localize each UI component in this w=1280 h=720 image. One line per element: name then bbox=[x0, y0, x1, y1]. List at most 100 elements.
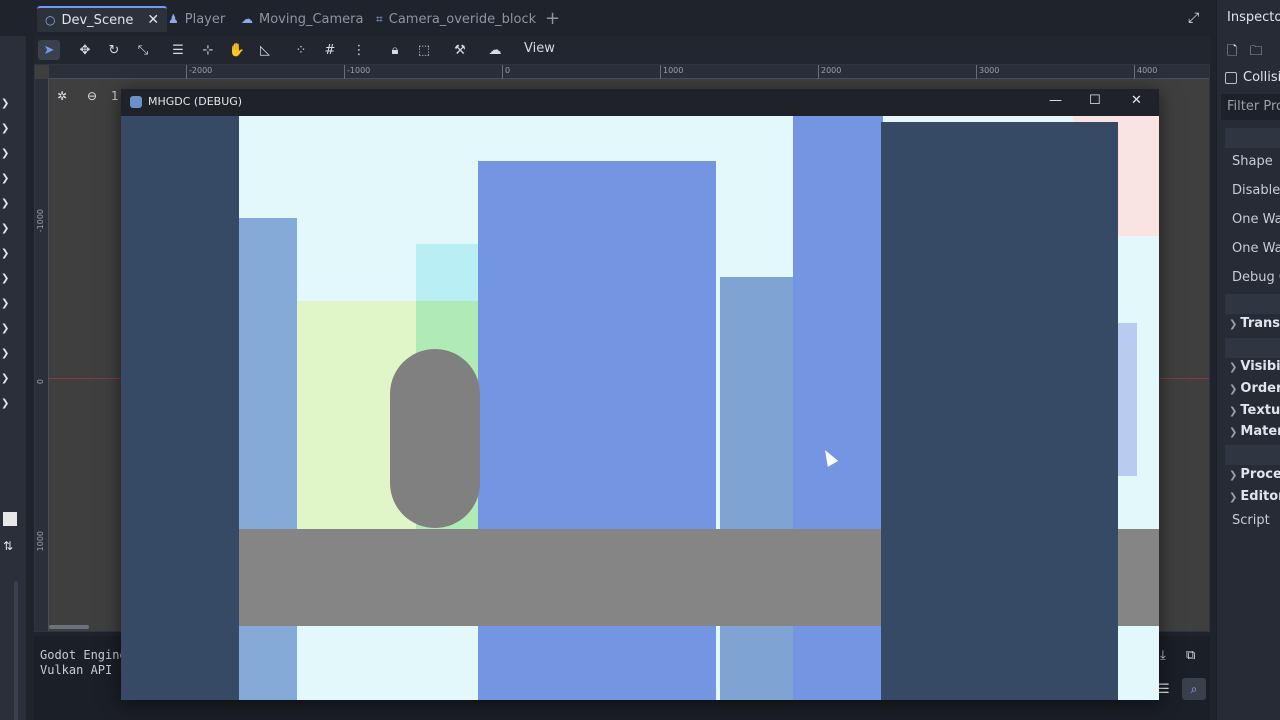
search-icon[interactable]: ⌕ bbox=[1182, 678, 1206, 700]
rotate-tool-icon[interactable]: ↻ bbox=[103, 40, 125, 60]
bone-icon[interactable]: ⚒ bbox=[449, 40, 471, 60]
chevron-right-icon: ❯ bbox=[1229, 492, 1238, 503]
expand-icon[interactable]: ❯ bbox=[1, 248, 9, 259]
filter-properties-input[interactable]: Filter Properties bbox=[1221, 94, 1280, 120]
expand-icon[interactable]: ❯ bbox=[1, 173, 9, 184]
property-script[interactable]: Script bbox=[1232, 513, 1270, 528]
section-ordering[interactable]: ❯Ordering bbox=[1229, 381, 1280, 396]
add-tab-icon[interactable]: + bbox=[545, 8, 560, 29]
output-line: Godot Engine bbox=[40, 648, 127, 662]
light-blue-block bbox=[1117, 323, 1137, 476]
scene-tab-bar: ○ Dev_Scene ✕ ♟ Player ☁ Moving_Camera ⌗… bbox=[0, 0, 1216, 36]
expand-icon[interactable]: ❯ bbox=[1, 198, 9, 209]
section-separator bbox=[1225, 445, 1280, 465]
vertical-ruler: -1000 0 1000 bbox=[35, 79, 49, 631]
game-canvas[interactable] bbox=[121, 116, 1159, 700]
section-separator bbox=[1225, 128, 1280, 148]
color-swatch-icon[interactable] bbox=[3, 512, 17, 526]
horizontal-ruler: -2000 -1000 0 1000 2000 3000 4000 bbox=[49, 65, 1209, 79]
select-tool-icon[interactable]: ➤ bbox=[38, 40, 60, 60]
expand-icon[interactable]: ❯ bbox=[1, 348, 9, 359]
left-wall bbox=[121, 116, 239, 700]
inspector-title[interactable]: Inspector bbox=[1227, 10, 1280, 25]
tab-camera-overide-block[interactable]: ⌗ Camera_overide_block bbox=[376, 8, 536, 30]
section-separator bbox=[1225, 294, 1280, 314]
close-button[interactable]: ✕ bbox=[1131, 93, 1142, 108]
new-resource-icon[interactable]: 🗋︎ bbox=[1227, 44, 1237, 59]
ruler-tool-icon[interactable]: ◺ bbox=[254, 40, 276, 60]
section-transform[interactable]: ❯Transform bbox=[1229, 316, 1280, 331]
center-view-icon[interactable]: ✲ bbox=[57, 89, 67, 103]
tab-player[interactable]: ♟ Player bbox=[168, 8, 225, 30]
scale-tool-icon[interactable]: ⤡ bbox=[132, 40, 154, 60]
output-line: Vulkan API 1 bbox=[40, 663, 127, 677]
zoom-out-icon[interactable]: ⊖ bbox=[87, 89, 97, 103]
group-icon[interactable]: ⬚ bbox=[413, 40, 435, 60]
section-texture[interactable]: ❯Texture bbox=[1229, 403, 1280, 418]
chevron-right-icon: ❯ bbox=[1229, 427, 1238, 438]
section-separator bbox=[1225, 338, 1280, 358]
camera-override-icon[interactable]: ☁ bbox=[484, 40, 506, 60]
canvas-toolbar: ➤ ✥ ↻ ⤡ ☰ ⊹ ✋ ◺ ⁘ # ⋮ 🔒︎ ⬚ ⚒ ☁ View bbox=[34, 36, 1210, 64]
section-editor[interactable]: ❯Editor bbox=[1229, 489, 1280, 504]
scrollbar[interactable] bbox=[14, 581, 18, 720]
cyan-block bbox=[416, 244, 479, 301]
expand-icon[interactable]: ❯ bbox=[1, 373, 9, 384]
blue-column bbox=[239, 218, 297, 700]
view-menu[interactable]: View bbox=[524, 41, 555, 56]
scrollbar[interactable] bbox=[49, 625, 89, 629]
property-shape[interactable]: Shape bbox=[1232, 154, 1273, 169]
debug-game-window[interactable]: MHGDC (DEBUG) — ☐ ✕ bbox=[121, 89, 1159, 700]
list-select-icon[interactable]: ☰ bbox=[167, 40, 189, 60]
inspector-toolbar: 🗋︎ 🗀︎ bbox=[1227, 42, 1263, 64]
chevron-right-icon: ❯ bbox=[1229, 406, 1238, 417]
scroll-lock-icon[interactable]: ⤓ bbox=[1160, 648, 1166, 663]
maximize-button[interactable]: ☐ bbox=[1089, 93, 1101, 108]
minimize-button[interactable]: — bbox=[1049, 93, 1062, 108]
collision-shape-header[interactable]: Collision bbox=[1225, 70, 1280, 85]
property-disabled[interactable]: Disabled bbox=[1232, 183, 1280, 198]
sort-icon[interactable]: ⇅ bbox=[3, 539, 13, 553]
distraction-free-icon[interactable]: ⤢ bbox=[1188, 10, 1199, 26]
tab-dev-scene[interactable]: ○ Dev_Scene ✕ bbox=[37, 6, 168, 32]
filter-list-icon[interactable]: ☰ bbox=[1158, 682, 1170, 697]
window-titlebar[interactable]: MHGDC (DEBUG) — ☐ ✕ bbox=[121, 89, 1159, 116]
expand-icon[interactable]: ❯ bbox=[1, 98, 9, 109]
open-folder-icon[interactable]: 🗀︎ bbox=[1250, 44, 1263, 59]
tab-moving-camera[interactable]: ☁ Moving_Camera bbox=[241, 8, 363, 30]
section-process[interactable]: ❯Process bbox=[1229, 467, 1280, 482]
chevron-right-icon: ❯ bbox=[1229, 384, 1238, 395]
character-icon: ♟ bbox=[168, 12, 179, 26]
gap-line bbox=[716, 626, 720, 700]
expand-icon[interactable]: ❯ bbox=[1, 323, 9, 334]
pivot-tool-icon[interactable]: ⊹ bbox=[197, 40, 219, 60]
property-one-way[interactable]: One Way bbox=[1232, 212, 1280, 227]
expand-icon[interactable]: ❯ bbox=[1, 298, 9, 309]
chevron-right-icon: ❯ bbox=[1229, 470, 1238, 481]
smart-snap-icon[interactable]: ⁘ bbox=[290, 40, 312, 60]
expand-icon[interactable]: ❯ bbox=[1, 273, 9, 284]
section-visibility[interactable]: ❯Visibility bbox=[1229, 359, 1280, 374]
steel-blue-column bbox=[720, 277, 793, 700]
collision-shape-icon bbox=[1225, 71, 1237, 84]
expand-icon[interactable]: ❯ bbox=[1, 398, 9, 409]
section-material[interactable]: ❯Material bbox=[1229, 424, 1280, 439]
close-tab-icon[interactable]: ✕ bbox=[147, 12, 159, 28]
move-tool-icon[interactable]: ✥ bbox=[74, 40, 96, 60]
pan-tool-icon[interactable]: ✋ bbox=[226, 40, 248, 60]
chevron-right-icon: ❯ bbox=[1229, 362, 1238, 373]
inspector-dock: Inspector 🗋︎ 🗀︎ Collision Filter Propert… bbox=[1216, 0, 1280, 720]
dark-wall-block bbox=[881, 122, 1118, 700]
copy-icon[interactable]: ⧉ bbox=[1186, 648, 1195, 663]
expand-icon[interactable]: ❯ bbox=[1, 123, 9, 134]
more-options-icon[interactable]: ⋮ bbox=[348, 40, 370, 60]
grid-snap-icon[interactable]: # bbox=[319, 40, 341, 60]
cloud-icon: ☁ bbox=[241, 12, 253, 26]
zoom-level: 1 bbox=[111, 89, 119, 103]
property-one-way-margin[interactable]: One Way bbox=[1232, 241, 1280, 256]
expand-icon[interactable]: ❯ bbox=[1, 223, 9, 234]
expand-icon[interactable]: ❯ bbox=[1, 148, 9, 159]
lock-icon[interactable]: 🔒︎ bbox=[384, 40, 406, 60]
property-debug-color[interactable]: Debug C bbox=[1232, 270, 1280, 285]
window-title: MHGDC (DEBUG) bbox=[148, 95, 243, 108]
